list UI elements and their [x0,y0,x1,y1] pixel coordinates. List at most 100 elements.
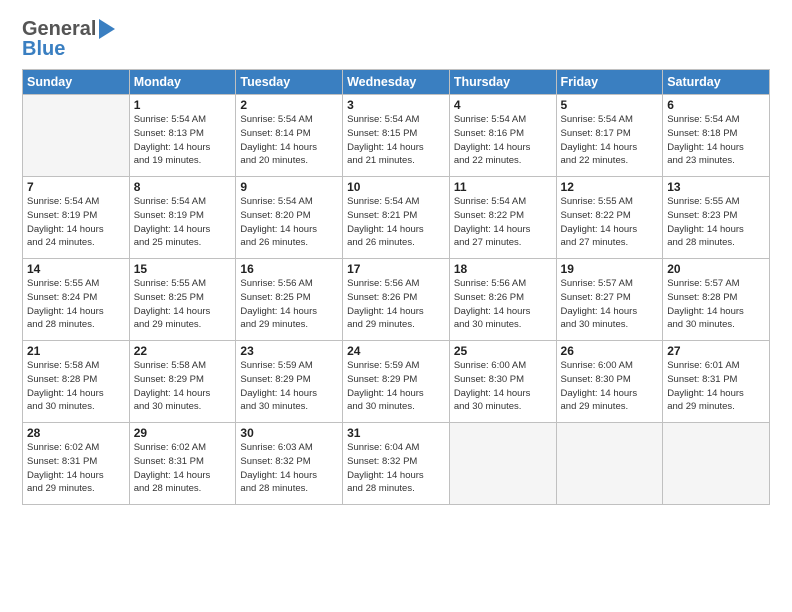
col-saturday: Saturday [663,70,770,95]
day-info: Sunrise: 6:03 AM Sunset: 8:32 PM Dayligh… [240,441,338,496]
table-row: 4Sunrise: 5:54 AM Sunset: 8:16 PM Daylig… [449,95,556,177]
day-number: 12 [561,180,659,194]
day-info: Sunrise: 5:54 AM Sunset: 8:13 PM Dayligh… [134,113,232,168]
table-row: 20Sunrise: 5:57 AM Sunset: 8:28 PM Dayli… [663,259,770,341]
logo-arrow-icon [99,19,115,39]
table-row [556,423,663,505]
day-number: 4 [454,98,552,112]
table-row [23,95,130,177]
day-number: 9 [240,180,338,194]
day-number: 23 [240,344,338,358]
day-number: 31 [347,426,445,440]
day-info: Sunrise: 5:55 AM Sunset: 8:22 PM Dayligh… [561,195,659,250]
day-number: 14 [27,262,125,276]
table-row: 25Sunrise: 6:00 AM Sunset: 8:30 PM Dayli… [449,341,556,423]
day-info: Sunrise: 5:54 AM Sunset: 8:15 PM Dayligh… [347,113,445,168]
table-row: 9Sunrise: 5:54 AM Sunset: 8:20 PM Daylig… [236,177,343,259]
day-number: 21 [27,344,125,358]
day-number: 27 [667,344,765,358]
day-info: Sunrise: 5:57 AM Sunset: 8:28 PM Dayligh… [667,277,765,332]
table-row: 14Sunrise: 5:55 AM Sunset: 8:24 PM Dayli… [23,259,130,341]
day-number: 24 [347,344,445,358]
day-number: 5 [561,98,659,112]
day-info: Sunrise: 5:59 AM Sunset: 8:29 PM Dayligh… [240,359,338,414]
table-row: 16Sunrise: 5:56 AM Sunset: 8:25 PM Dayli… [236,259,343,341]
table-row: 5Sunrise: 5:54 AM Sunset: 8:17 PM Daylig… [556,95,663,177]
day-info: Sunrise: 5:54 AM Sunset: 8:14 PM Dayligh… [240,113,338,168]
col-monday: Monday [129,70,236,95]
day-number: 7 [27,180,125,194]
calendar-week-row: 1Sunrise: 5:54 AM Sunset: 8:13 PM Daylig… [23,95,770,177]
logo-blue-text: Blue [22,38,116,61]
table-row: 1Sunrise: 5:54 AM Sunset: 8:13 PM Daylig… [129,95,236,177]
table-row: 31Sunrise: 6:04 AM Sunset: 8:32 PM Dayli… [343,423,450,505]
table-row: 24Sunrise: 5:59 AM Sunset: 8:29 PM Dayli… [343,341,450,423]
day-number: 10 [347,180,445,194]
day-number: 13 [667,180,765,194]
day-info: Sunrise: 5:56 AM Sunset: 8:26 PM Dayligh… [454,277,552,332]
day-number: 30 [240,426,338,440]
table-row: 18Sunrise: 5:56 AM Sunset: 8:26 PM Dayli… [449,259,556,341]
col-tuesday: Tuesday [236,70,343,95]
day-info: Sunrise: 5:54 AM Sunset: 8:19 PM Dayligh… [27,195,125,250]
day-number: 28 [27,426,125,440]
table-row [449,423,556,505]
day-number: 20 [667,262,765,276]
calendar-week-row: 28 Sunrise: 6:02 AM Sunset: 8:31 PM Dayli… [23,423,770,505]
table-row: 8Sunrise: 5:54 AM Sunset: 8:19 PM Daylig… [129,177,236,259]
day-info: Sunrise: 5:58 AM Sunset: 8:29 PM Dayligh… [134,359,232,414]
day-info: Sunrise: 5:58 AM Sunset: 8:28 PM Dayligh… [27,359,125,414]
table-row: 2Sunrise: 5:54 AM Sunset: 8:14 PM Daylig… [236,95,343,177]
day-number: 6 [667,98,765,112]
day-info: Sunrise: 5:54 AM Sunset: 8:17 PM Dayligh… [561,113,659,168]
day-info: Sunrise: 6:02 AM Sunset: 8:31 PM Dayligh… [134,441,232,496]
day-number: 17 [347,262,445,276]
day-number: 11 [454,180,552,194]
table-row: 6Sunrise: 5:54 AM Sunset: 8:18 PM Daylig… [663,95,770,177]
day-number: 8 [134,180,232,194]
calendar-table: Sunday Monday Tuesday Wednesday Thursday… [22,69,770,505]
calendar-header-row: Sunday Monday Tuesday Wednesday Thursday… [23,70,770,95]
table-row: 29Sunrise: 6:02 AM Sunset: 8:31 PM Dayli… [129,423,236,505]
day-info: Sunrise: 5:54 AM Sunset: 8:16 PM Dayligh… [454,113,552,168]
day-number: 2 [240,98,338,112]
day-info: Sunrise: 6:01 AM Sunset: 8:31 PM Dayligh… [667,359,765,414]
day-number: 29 [134,426,232,440]
day-info: Sunrise: 5:54 AM Sunset: 8:19 PM Dayligh… [134,195,232,250]
day-info: Sunrise: 5:57 AM Sunset: 8:27 PM Dayligh… [561,277,659,332]
table-row: 17Sunrise: 5:56 AM Sunset: 8:26 PM Dayli… [343,259,450,341]
table-row: 15Sunrise: 5:55 AM Sunset: 8:25 PM Dayli… [129,259,236,341]
day-number: 25 [454,344,552,358]
table-row: 13Sunrise: 5:55 AM Sunset: 8:23 PM Dayli… [663,177,770,259]
day-info: Sunrise: 5:55 AM Sunset: 8:24 PM Dayligh… [27,277,125,332]
day-info: Sunrise: 5:54 AM Sunset: 8:22 PM Dayligh… [454,195,552,250]
table-row: 27Sunrise: 6:01 AM Sunset: 8:31 PM Dayli… [663,341,770,423]
table-row: 3Sunrise: 5:54 AM Sunset: 8:15 PM Daylig… [343,95,450,177]
day-info: Sunrise: 5:54 AM Sunset: 8:18 PM Dayligh… [667,113,765,168]
logo: General Blue [22,18,116,61]
calendar-week-row: 21Sunrise: 5:58 AM Sunset: 8:28 PM Dayli… [23,341,770,423]
table-row: 23Sunrise: 5:59 AM Sunset: 8:29 PM Dayli… [236,341,343,423]
day-number: 18 [454,262,552,276]
day-info: Sunrise: 5:56 AM Sunset: 8:26 PM Dayligh… [347,277,445,332]
table-row: 26Sunrise: 6:00 AM Sunset: 8:30 PM Dayli… [556,341,663,423]
table-row: 22Sunrise: 5:58 AM Sunset: 8:29 PM Dayli… [129,341,236,423]
calendar-week-row: 14Sunrise: 5:55 AM Sunset: 8:24 PM Dayli… [23,259,770,341]
day-number: 26 [561,344,659,358]
col-sunday: Sunday [23,70,130,95]
logo-block: General Blue [22,18,116,61]
table-row: 12Sunrise: 5:55 AM Sunset: 8:22 PM Dayli… [556,177,663,259]
day-info: Sunrise: 5:55 AM Sunset: 8:25 PM Dayligh… [134,277,232,332]
calendar-week-row: 7Sunrise: 5:54 AM Sunset: 8:19 PM Daylig… [23,177,770,259]
page: General Blue Sunday Monday Tuesday Wedne… [0,0,792,612]
table-row [663,423,770,505]
col-wednesday: Wednesday [343,70,450,95]
day-number: 16 [240,262,338,276]
table-row: 19Sunrise: 5:57 AM Sunset: 8:27 PM Dayli… [556,259,663,341]
table-row: 21Sunrise: 5:58 AM Sunset: 8:28 PM Dayli… [23,341,130,423]
day-info: Sunrise: 5:54 AM Sunset: 8:20 PM Dayligh… [240,195,338,250]
col-friday: Friday [556,70,663,95]
day-number: 15 [134,262,232,276]
day-number: 22 [134,344,232,358]
day-number: 1 [134,98,232,112]
